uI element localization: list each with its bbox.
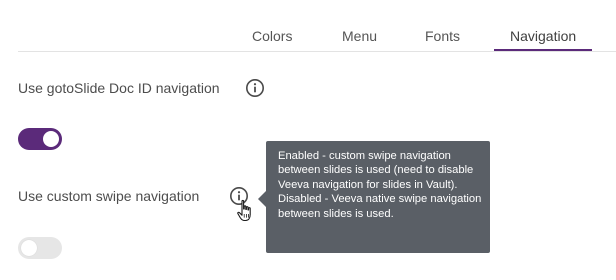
active-tab-indicator <box>494 49 592 51</box>
tooltip-text: Enabled - custom swipe navigation betwee… <box>278 150 482 220</box>
info-icon[interactable] <box>229 186 249 206</box>
tab-bar-divider <box>18 51 616 52</box>
gotoslide-navigation-toggle[interactable] <box>18 128 62 150</box>
toggle-knob <box>43 131 59 147</box>
tooltip-arrow <box>258 191 266 207</box>
info-icon[interactable] <box>245 78 265 98</box>
custom-swipe-navigation-toggle[interactable] <box>18 237 62 259</box>
custom-swipe-navigation-label: Use custom swipe navigation <box>18 188 200 204</box>
tab-fonts[interactable]: Fonts <box>425 28 460 44</box>
toggle-knob <box>21 240 37 256</box>
tab-colors[interactable]: Colors <box>252 28 292 44</box>
info-tooltip: Enabled - custom swipe navigation betwee… <box>266 141 490 253</box>
tab-menu[interactable]: Menu <box>342 28 377 44</box>
gotoslide-navigation-label: Use gotoSlide Doc ID navigation <box>18 80 220 96</box>
tab-navigation[interactable]: Navigation <box>510 28 576 44</box>
settings-tab-bar: Colors Menu Fonts Navigation <box>0 0 616 52</box>
